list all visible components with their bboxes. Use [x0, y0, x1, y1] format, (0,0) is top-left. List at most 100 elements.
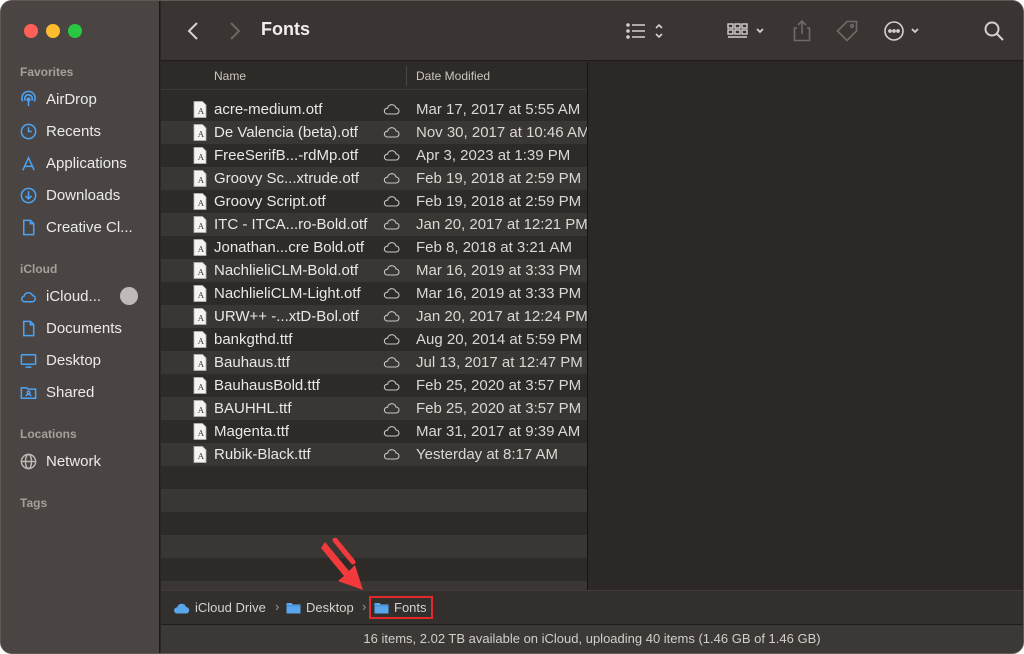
shared-folder-icon [20, 386, 37, 399]
back-button[interactable] [181, 17, 205, 45]
table-row[interactable]: A NachlieliCLM-Light.otf Mar 16, 2019 at 3… [161, 282, 587, 305]
sidebar-item-desktop[interactable]: Desktop [19, 348, 149, 372]
more-options-icon [884, 21, 919, 41]
font-file-icon: A [193, 446, 207, 463]
file-date-modified: Feb 19, 2018 at 2:59 PM [416, 193, 582, 210]
svg-text:A: A [197, 383, 204, 392]
file-date-modified: Jan 20, 2017 at 12:24 PM [416, 308, 587, 325]
file-date-modified: Yesterday at 8:17 AM [416, 446, 559, 463]
close-button[interactable] [24, 24, 38, 38]
sidebar-item-downloads[interactable]: Downloads [19, 183, 149, 207]
table-row[interactable]: A Rubik-Black.ttf Yesterday at 8:17 AM [161, 443, 587, 466]
view-list-button[interactable] [623, 17, 671, 45]
sidebar-item-documents[interactable]: Documents [19, 316, 149, 340]
file-list: Name Date Modified Aacre-medium.otf Mar 1… [161, 62, 587, 590]
table-row[interactable]: Abankgthd.ttf Aug 20, 2014 at 5:59 PM [161, 328, 587, 351]
sidebar-header-locations: Locations [20, 427, 77, 441]
document-icon [22, 320, 35, 336]
share-button[interactable] [789, 17, 815, 45]
folder-icon [374, 602, 389, 613]
preview-pane [587, 62, 1023, 590]
sidebar-item-icloud-drive[interactable]: iCloud... [19, 284, 149, 308]
font-file-icon: A [193, 170, 207, 187]
download-icon [20, 187, 37, 203]
icloud-status-icon [383, 150, 400, 161]
icloud-status-icon [383, 127, 400, 138]
table-row[interactable]: A BauhausBold.ttf Feb 25, 2020 at 3:57 PM [161, 374, 587, 397]
applications-icon [22, 155, 35, 170]
minimize-button[interactable] [46, 24, 60, 38]
file-date-modified: Feb 8, 2018 at 3:21 AM [416, 239, 572, 256]
font-file-icon: A [193, 216, 207, 233]
sidebar-item-label: AirDrop [46, 90, 97, 108]
action-menu-button[interactable] [883, 17, 927, 45]
svg-text:A: A [197, 291, 204, 300]
tags-button[interactable] [833, 17, 861, 45]
breadcrumb-desktop[interactable]: Desktop [286, 600, 354, 615]
sidebar-header-favorites: Favorites [20, 65, 74, 79]
search-button[interactable] [981, 17, 1007, 45]
column-divider[interactable] [406, 66, 407, 86]
file-date-modified: Nov 30, 2017 at 10:46 AM [416, 124, 587, 141]
cloud-icon [21, 291, 36, 302]
sidebar-item-label: Shared [46, 383, 95, 401]
sidebar-item-label: Documents [46, 319, 122, 337]
breadcrumb-separator: › [275, 599, 280, 614]
breadcrumb-icloud-drive[interactable]: iCloud Drive [173, 600, 266, 615]
globe-icon [20, 453, 37, 469]
sidebar-item-label: Desktop [46, 351, 102, 369]
icloud-status-icon [383, 265, 400, 276]
chevron-right-icon [230, 22, 241, 40]
empty-row [161, 466, 587, 489]
table-row[interactable]: A NachlieliCLM-Bold.otf Mar 16, 2019 at 3:… [161, 259, 587, 282]
table-row[interactable]: A Bauhaus.ttf Jul 13, 2017 at 12:47 PM [161, 351, 587, 374]
icloud-status-icon [383, 104, 400, 115]
sidebar-item-label: Applications [46, 154, 127, 172]
sidebar-item-creative-cloud[interactable]: Creative Cl... [19, 215, 149, 239]
file-date-modified: Feb 25, 2020 at 3:57 PM [416, 400, 582, 417]
sidebar-item-network[interactable]: Network [19, 449, 149, 473]
window-title: Fonts [261, 19, 310, 39]
sync-progress-icon [120, 287, 138, 305]
icloud-status-icon [383, 380, 400, 391]
sidebar-item-recents[interactable]: Recents [19, 119, 149, 143]
file-name: Groovy Sc...xtrude.otf [214, 170, 360, 187]
table-row[interactable]: A Groovy Script.otf Feb 19, 2018 at 2:59 P… [161, 190, 587, 213]
group-by-button[interactable] [726, 17, 770, 45]
forward-button[interactable] [223, 17, 247, 45]
sidebar-item-shared[interactable]: Shared [19, 380, 149, 404]
file-name: BauhausBold.ttf [214, 377, 320, 394]
file-name: Magenta.ttf [214, 423, 290, 440]
table-row[interactable]: A BAUHHL.ttf Feb 25, 2020 at 3:57 PM [161, 397, 587, 420]
column-header-name[interactable]: Name [214, 69, 246, 83]
zoom-button[interactable] [68, 24, 82, 38]
icloud-status-icon [383, 334, 400, 345]
table-row[interactable]: Aacre-medium.otf Mar 17, 2017 at 5:55 AM [161, 98, 587, 121]
column-header-date-modified[interactable]: Date Modified [416, 69, 490, 83]
icloud-status-icon [383, 219, 400, 230]
icloud-status-icon [383, 403, 400, 414]
file-date-modified: Jan 20, 2017 at 12:21 PM [416, 216, 587, 233]
icloud-status-icon [383, 426, 400, 437]
file-name: BAUHHL.ttf [214, 400, 292, 417]
font-file-icon: A [193, 308, 207, 325]
table-row[interactable]: A URW++ -...xtD-Bol.otf Jan 20, 2017 at 12… [161, 305, 587, 328]
sidebar-item-airdrop[interactable]: AirDrop [19, 87, 149, 111]
table-row[interactable]: A Magenta.ttf Mar 31, 2017 at 9:39 AM [161, 420, 587, 443]
table-row[interactable]: A De Valencia (beta).otf Nov 30, 2017 at 1… [161, 121, 587, 144]
table-row[interactable]: A FreeSerifB...-rdMp.otf Apr 3, 2023 at 1:… [161, 144, 587, 167]
font-file-icon: A [193, 193, 207, 210]
sidebar-item-applications[interactable]: Applications [19, 151, 149, 175]
breadcrumb-fonts[interactable]: Fonts [369, 596, 433, 619]
file-date-modified: Jul 13, 2017 at 12:47 PM [416, 354, 583, 371]
font-file-icon: A [193, 239, 207, 256]
sidebar-item-label: Creative Cl... [46, 218, 133, 236]
breadcrumb-label: iCloud Drive [195, 600, 266, 615]
svg-text:A: A [197, 337, 204, 346]
table-row[interactable]: A ITC - ITCA...ro-Bold.otf Jan 20, 2017 at… [161, 213, 587, 236]
table-row[interactable]: A Jonathan...cre Bold.otf Feb 8, 2018 at 3… [161, 236, 587, 259]
table-row[interactable]: A Groovy Sc...xtrude.otf Feb 19, 2018 at 2… [161, 167, 587, 190]
svg-text:A: A [197, 429, 204, 438]
file-name: Bauhaus.ttf [214, 354, 290, 371]
svg-text:A: A [197, 222, 204, 231]
